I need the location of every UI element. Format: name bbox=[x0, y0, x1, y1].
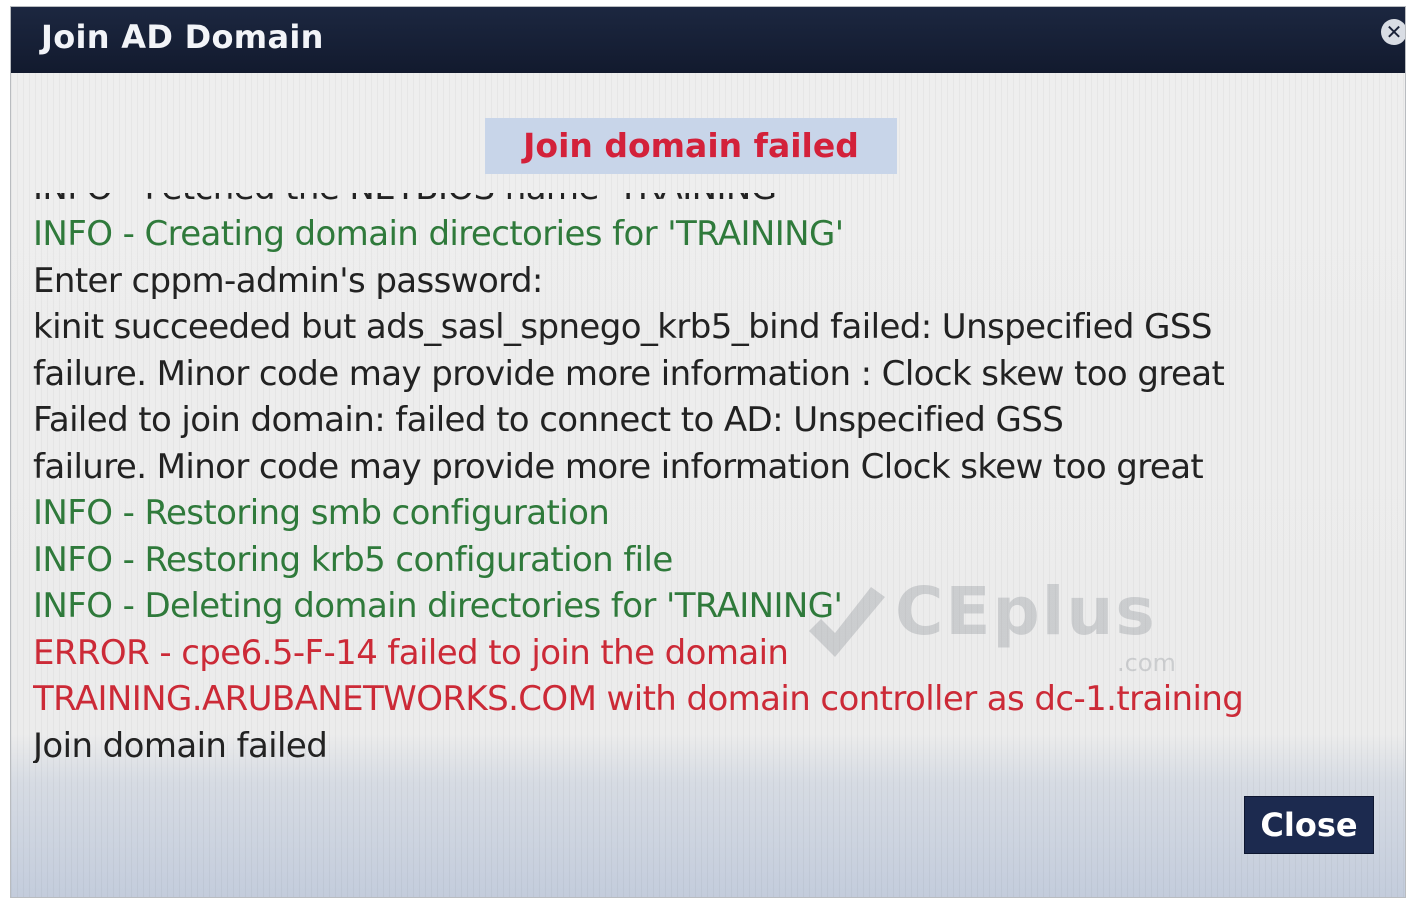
log-line: INFO - Restoring krb5 configuration file bbox=[33, 539, 673, 580]
watermark-logo: CEplus .com bbox=[801, 573, 1201, 683]
dialog-body: Join domain failed INFO - Fetched the NE… bbox=[11, 73, 1405, 897]
close-button[interactable]: Close bbox=[1244, 796, 1374, 854]
log-line: INFO - Deleting domain directories for '… bbox=[33, 586, 843, 626]
log-line: Enter cppm-admin's password: bbox=[33, 260, 543, 301]
close-icon[interactable]: ✕ bbox=[1381, 19, 1405, 45]
log-line: kinit succeeded but ads_sasl_spnego_krb5… bbox=[33, 307, 1212, 347]
status-banner: Join domain failed bbox=[485, 118, 897, 174]
status-banner-text: Join domain failed bbox=[523, 126, 859, 165]
watermark-suffix: .com bbox=[1117, 649, 1176, 677]
log-line: failure. Minor code may provide more inf… bbox=[33, 446, 1204, 487]
join-ad-domain-dialog: Join AD Domain ✕ Join domain failed INFO… bbox=[10, 6, 1406, 898]
watermark-check-icon bbox=[809, 587, 885, 657]
log-line: ERROR - cpe6.5-F-14 failed to join the d… bbox=[33, 632, 789, 673]
log-line: INFO - Restoring smb configuration bbox=[33, 493, 610, 533]
dialog-titlebar: Join AD Domain ✕ bbox=[11, 7, 1405, 73]
log-line: Failed to join domain: failed to connect… bbox=[33, 400, 1064, 440]
dialog-title: Join AD Domain bbox=[41, 18, 324, 56]
watermark-brand: CEplus bbox=[895, 573, 1157, 650]
log-line: INFO - Creating domain directories for '… bbox=[33, 214, 844, 254]
log-line: failure. Minor code may provide more inf… bbox=[33, 353, 1225, 394]
log-line-clipped: INFO - Fetched the NETBIOS name 'TRAININ… bbox=[33, 193, 786, 211]
log-line: Join domain failed bbox=[33, 725, 328, 764]
